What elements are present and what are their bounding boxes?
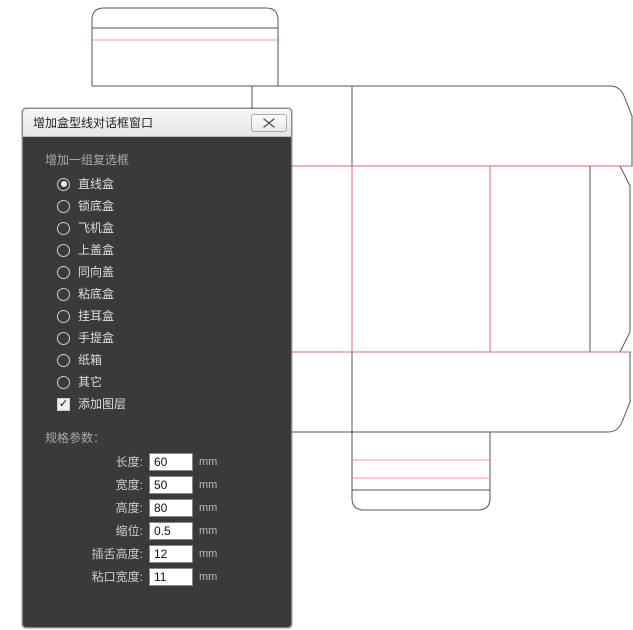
field-height: 高度: mm <box>45 499 281 517</box>
option-label: 粘底盒 <box>78 285 114 303</box>
option-label: 上盖盒 <box>78 241 114 259</box>
field-label: 缩位: <box>45 522 149 540</box>
unit-label: mm <box>199 569 217 586</box>
unit-label: mm <box>199 454 217 471</box>
option-label: 手提盒 <box>78 329 114 347</box>
radio-icon <box>57 376 70 389</box>
dialog-body: 增加一组复选框 直线盒 锁底盒 飞机盒 上盖盒 同向盖 粘底盒 挂耳盒 <box>23 137 291 627</box>
option-label: 纸箱 <box>78 351 102 369</box>
option-label: 同向盖 <box>78 263 114 281</box>
radio-icon <box>57 266 70 279</box>
option-airplane-box[interactable]: 飞机盒 <box>57 219 281 237</box>
field-label: 长度: <box>45 453 149 471</box>
checkbox-label: 添加图层 <box>78 395 126 413</box>
unit-label: mm <box>199 546 217 563</box>
radio-icon <box>57 222 70 235</box>
length-input[interactable] <box>149 453 193 471</box>
option-label: 飞机盒 <box>78 219 114 237</box>
option-straight-box[interactable]: 直线盒 <box>57 175 281 193</box>
indent-input[interactable] <box>149 522 193 540</box>
field-tongue-height: 插舌高度: mm <box>45 545 281 563</box>
group-label: 增加一组复选框 <box>45 151 281 169</box>
option-same-direction-lid[interactable]: 同向盖 <box>57 263 281 281</box>
field-indent: 缩位: mm <box>45 522 281 540</box>
width-input[interactable] <box>149 476 193 494</box>
field-label: 粘口宽度: <box>45 568 149 586</box>
option-glue-bottom-box[interactable]: 粘底盒 <box>57 285 281 303</box>
radio-icon <box>57 244 70 257</box>
unit-label: mm <box>199 500 217 517</box>
field-label: 插舌高度: <box>45 545 149 563</box>
option-carton[interactable]: 纸箱 <box>57 351 281 369</box>
glue-input[interactable] <box>149 568 193 586</box>
spec-label: 规格参数： <box>45 429 281 447</box>
radio-icon <box>57 310 70 323</box>
checkbox-icon <box>57 398 70 411</box>
radio-icon <box>57 200 70 213</box>
option-label: 直线盒 <box>78 175 114 193</box>
option-other[interactable]: 其它 <box>57 373 281 391</box>
field-length: 长度: mm <box>45 453 281 471</box>
radio-icon <box>57 354 70 367</box>
add-layer-checkbox[interactable]: 添加图层 <box>57 395 281 413</box>
unit-label: mm <box>199 477 217 494</box>
option-lock-bottom-box[interactable]: 锁底盒 <box>57 197 281 215</box>
radio-icon <box>57 178 70 191</box>
radio-icon <box>57 332 70 345</box>
field-glue-width: 粘口宽度: mm <box>45 568 281 586</box>
radio-icon <box>57 288 70 301</box>
unit-label: mm <box>199 523 217 540</box>
close-button[interactable] <box>251 114 287 132</box>
close-icon <box>263 118 275 128</box>
option-label: 锁底盒 <box>78 197 114 215</box>
field-label: 宽度: <box>45 476 149 494</box>
option-handbag-box[interactable]: 手提盒 <box>57 329 281 347</box>
dialog-titlebar[interactable]: 增加盒型线对话框窗口 <box>23 109 291 137</box>
field-width: 宽度: mm <box>45 476 281 494</box>
add-box-dialog: 增加盒型线对话框窗口 增加一组复选框 直线盒 锁底盒 飞机盒 上盖盒 同向盖 <box>22 108 292 628</box>
dialog-title: 增加盒型线对话框窗口 <box>33 114 251 131</box>
height-input[interactable] <box>149 499 193 517</box>
option-hang-ear-box[interactable]: 挂耳盒 <box>57 307 281 325</box>
option-label: 其它 <box>78 373 102 391</box>
tongue-input[interactable] <box>149 545 193 563</box>
option-top-lid-box[interactable]: 上盖盒 <box>57 241 281 259</box>
field-label: 高度: <box>45 499 149 517</box>
option-label: 挂耳盒 <box>78 307 114 325</box>
